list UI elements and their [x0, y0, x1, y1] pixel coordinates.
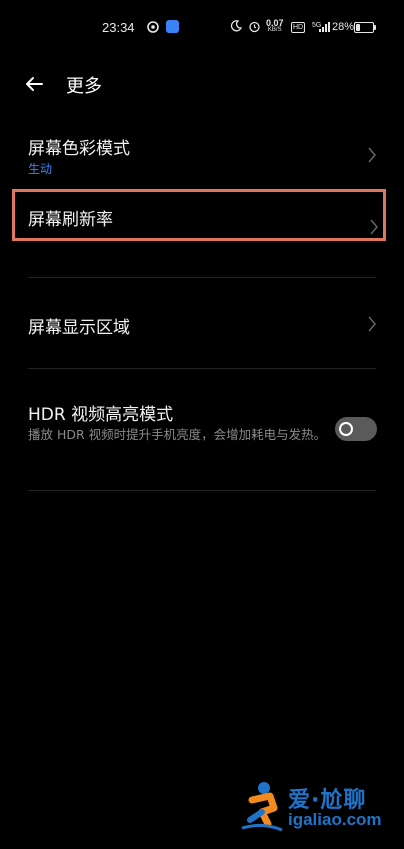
watermark-url: igaliao.com	[288, 810, 382, 829]
divider	[28, 490, 376, 491]
alarm-icon	[248, 20, 261, 37]
setting-display-area[interactable]: 屏幕显示区域	[0, 300, 404, 348]
page-title: 更多	[66, 76, 102, 97]
back-arrow-icon[interactable]	[22, 70, 52, 100]
display-area-title: 屏幕显示区域	[28, 318, 130, 338]
chevron-right-icon	[368, 316, 376, 332]
signal-icon	[318, 21, 330, 37]
sync-icon	[146, 20, 160, 38]
toggle-knob	[339, 422, 353, 436]
color-mode-title: 屏幕色彩模式	[28, 139, 130, 159]
moon-icon	[230, 20, 243, 36]
status-time: 23:34	[102, 20, 135, 35]
color-mode-value: 生动	[28, 162, 53, 176]
divider	[28, 368, 376, 369]
status-bar: 23:34 0.07 KB/S HD 5G 28%	[0, 0, 404, 56]
divider	[28, 277, 376, 278]
hdr-mode-toggle[interactable]	[335, 417, 377, 441]
hdr-mode-description: 播放 HDR 视频时提升手机亮度，会增加耗电与发热。	[28, 427, 327, 442]
network-speed: 0.07 KB/S	[266, 18, 284, 34]
runner-logo-icon	[241, 782, 283, 832]
highlight-box	[12, 189, 386, 241]
app-notification-icon	[166, 20, 179, 37]
battery-icon	[354, 22, 376, 33]
network-speed-unit: KB/S	[267, 27, 282, 33]
chevron-right-icon	[368, 147, 376, 163]
hd-badge: HD	[291, 22, 306, 33]
battery-percent: 28%	[332, 21, 355, 33]
setting-color-mode[interactable]: 屏幕色彩模式 生动	[0, 128, 404, 182]
hdr-mode-title: HDR 视频高亮模式	[28, 405, 174, 425]
watermark-logo: 爱·尬聊 igaliao.com	[238, 778, 398, 838]
network-speed-value: 0.07	[266, 18, 284, 28]
